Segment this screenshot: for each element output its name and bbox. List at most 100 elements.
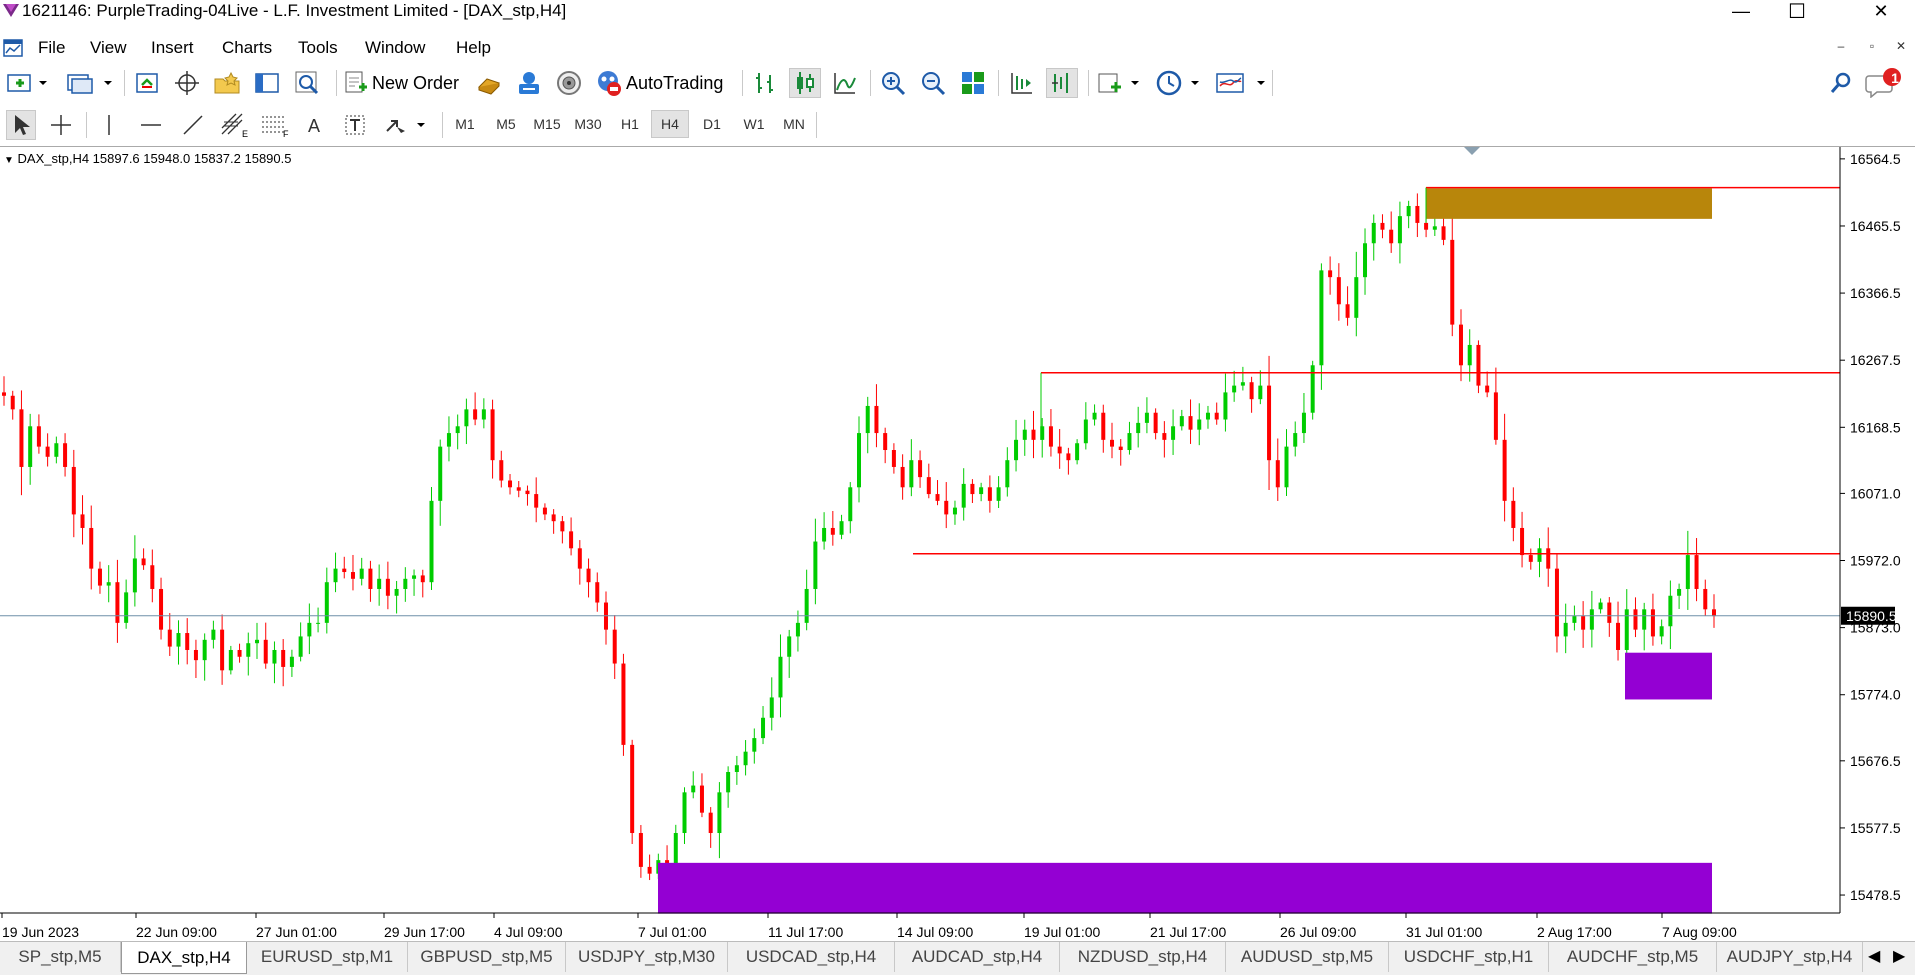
- mdi-close-button[interactable]: ✕: [1890, 39, 1912, 59]
- autotrading-button[interactable]: AutoTrading: [594, 68, 734, 98]
- tab-scroll-left-button[interactable]: ◀: [1868, 946, 1880, 966]
- new-chart-button[interactable]: [6, 68, 50, 98]
- tab-scroll-right-button[interactable]: ▶: [1893, 946, 1905, 966]
- chart-tab[interactable]: USDCHF_stp,H1: [1389, 942, 1549, 972]
- candle-body: [71, 466, 76, 515]
- candlestick-chart[interactable]: 16564.5 16465.5 16366.5 16267.5 16168.5 16071…: [0, 147, 1915, 941]
- signals-icon[interactable]: [514, 68, 544, 98]
- y-tick-label: 16465.5: [1850, 218, 1901, 234]
- candle-body: [176, 633, 181, 647]
- candle-body: [385, 578, 390, 596]
- candle-body: [691, 785, 696, 793]
- timeframe-h4[interactable]: H4: [651, 110, 689, 138]
- timeframe-mn[interactable]: MN: [775, 110, 813, 138]
- window-title: 1621146: PurpleTrading-04Live - L.F. Inv…: [22, 1, 567, 20]
- tile-windows-icon[interactable]: [958, 68, 988, 98]
- timeframe-m1[interactable]: M1: [446, 110, 484, 138]
- bar-chart-icon[interactable]: [750, 68, 780, 98]
- new-order-label: New Order: [372, 72, 460, 93]
- chart-window[interactable]: 16564.5 16465.5 16366.5 16267.5 16168.5 16071…: [0, 146, 1915, 940]
- chart-tab[interactable]: USDJPY_stp,M30: [566, 942, 728, 972]
- candlestick-icon[interactable]: [789, 68, 821, 98]
- chart-tab[interactable]: GBPUSD_stp,M5: [408, 942, 566, 972]
- candle-body: [132, 558, 137, 593]
- candle-body: [1659, 626, 1664, 637]
- vertical-line-icon[interactable]: [94, 110, 124, 140]
- menu-insert[interactable]: Insert: [147, 38, 198, 58]
- chart-tab[interactable]: SP_stp,M5: [0, 942, 121, 972]
- mdi-minimize-button[interactable]: –: [1830, 39, 1852, 59]
- chart-tab[interactable]: AUDCAD_stp,H4: [895, 942, 1060, 972]
- candle-body: [368, 568, 373, 589]
- menu-tools[interactable]: Tools: [294, 38, 342, 58]
- candle-body: [804, 588, 809, 623]
- candle-body: [900, 466, 905, 488]
- maximize-button[interactable]: ☐: [1774, 0, 1820, 23]
- market-icon[interactable]: [554, 68, 584, 98]
- candle-body: [1450, 239, 1455, 325]
- chart-tab[interactable]: AUDCHF_stp,M5: [1549, 942, 1717, 972]
- timeframe-d1[interactable]: D1: [693, 110, 731, 138]
- strategy-tester-icon[interactable]: [292, 68, 322, 98]
- chart-tab[interactable]: AUDJPY_stp,H4: [1717, 942, 1863, 972]
- arrows-button[interactable]: [382, 110, 430, 140]
- chart-tab[interactable]: NZDUSD_stp,H4: [1060, 942, 1226, 972]
- text-tool-icon[interactable]: A: [300, 110, 330, 140]
- notifications-icon[interactable]: 1: [1864, 68, 1904, 98]
- navigator-icon[interactable]: [212, 68, 242, 98]
- minimize-button[interactable]: —: [1718, 0, 1764, 22]
- chart-tab[interactable]: AUDUSD_stp,M5: [1226, 942, 1389, 972]
- candle-body: [595, 582, 600, 603]
- chart-shift-icon[interactable]: [1006, 68, 1036, 98]
- line-chart-icon[interactable]: [830, 68, 860, 98]
- zoom-in-icon[interactable]: [878, 68, 908, 98]
- text-label-icon[interactable]: [340, 110, 370, 140]
- horizontal-line-icon[interactable]: [136, 110, 166, 140]
- market-watch-icon[interactable]: [132, 68, 162, 98]
- candle-body: [743, 751, 748, 766]
- fibonacci-icon[interactable]: F: [258, 110, 292, 140]
- timeframe-m15[interactable]: M15: [528, 110, 566, 138]
- menu-help[interactable]: Help: [452, 38, 495, 58]
- candle-body: [1432, 226, 1437, 230]
- crosshair-tool-icon[interactable]: [46, 110, 76, 140]
- templates-button[interactable]: [1214, 68, 1270, 98]
- chart-tab[interactable]: EURUSD_stp,M1: [247, 942, 408, 972]
- chart-tab[interactable]: DAX_stp,H4: [121, 942, 247, 974]
- menu-view[interactable]: View: [86, 38, 131, 58]
- timeframe-w1[interactable]: W1: [735, 110, 773, 138]
- timeframe-m5[interactable]: M5: [487, 110, 525, 138]
- candle-body: [996, 487, 1001, 501]
- candle-body: [1415, 205, 1420, 223]
- gold-bars-icon[interactable]: [474, 68, 504, 98]
- periods-button[interactable]: [1154, 68, 1204, 98]
- terminal-icon[interactable]: [252, 68, 282, 98]
- close-button[interactable]: ✕: [1858, 0, 1904, 22]
- menu-charts[interactable]: Charts: [218, 38, 276, 58]
- candle-body: [708, 812, 713, 834]
- candle-body: [560, 521, 565, 532]
- candle-body: [1031, 429, 1036, 440]
- equidistant-channel-icon[interactable]: E: [218, 110, 252, 140]
- menu-window[interactable]: Window: [361, 38, 429, 58]
- candle-body: [377, 578, 382, 589]
- menu-file[interactable]: File: [34, 38, 69, 58]
- candle-body: [350, 572, 355, 579]
- timeframe-m30[interactable]: M30: [569, 110, 607, 138]
- new-order-button[interactable]: New Order: [344, 68, 470, 98]
- trendline-icon[interactable]: [178, 110, 208, 140]
- cursor-icon[interactable]: [6, 110, 36, 140]
- profiles-button[interactable]: [66, 68, 114, 98]
- zoom-out-icon[interactable]: [918, 68, 948, 98]
- search-icon[interactable]: [1826, 68, 1856, 98]
- indicators-button[interactable]: [1096, 68, 1144, 98]
- candle-body: [1258, 385, 1263, 400]
- timeframe-h1[interactable]: H1: [611, 110, 649, 138]
- crosshair-icon[interactable]: [172, 68, 202, 98]
- auto-scroll-icon[interactable]: [1046, 68, 1078, 98]
- chart-tab[interactable]: USDCAD_stp,H4: [728, 942, 895, 972]
- candle-body: [883, 433, 888, 451]
- mdi-restore-button[interactable]: ▫: [1861, 39, 1883, 59]
- chart-window-icon[interactable]: [3, 38, 23, 58]
- candle-body: [1101, 412, 1106, 440]
